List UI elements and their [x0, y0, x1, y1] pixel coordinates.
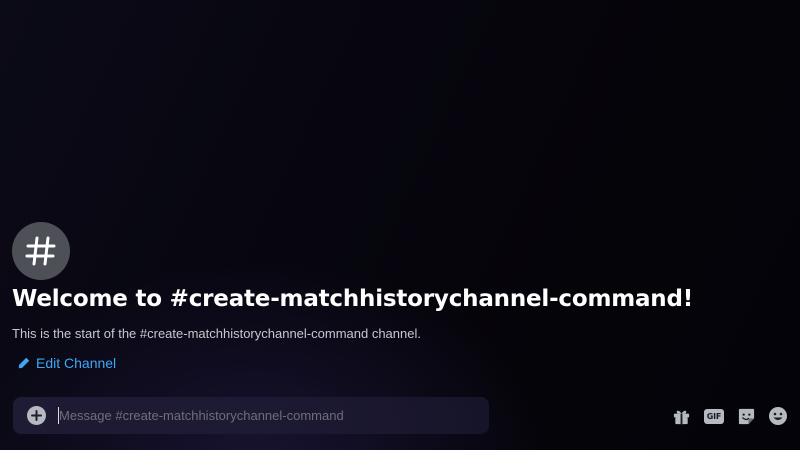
plus-glyph — [31, 410, 42, 421]
welcome-description: This is the start of the #create-matchhi… — [12, 326, 421, 341]
sticker-glyph — [738, 408, 754, 424]
hash-glyph — [25, 236, 56, 266]
gift-icon[interactable] — [670, 405, 692, 427]
emoji-glyph — [769, 407, 787, 425]
emoji-icon[interactable] — [767, 405, 789, 427]
gif-label: GIF — [704, 408, 724, 424]
gif-button[interactable]: GIF — [703, 405, 725, 427]
gift-glyph — [673, 410, 689, 424]
edit-channel-button[interactable]: Edit Channel — [18, 355, 116, 371]
edit-channel-label: Edit Channel — [36, 355, 117, 371]
sticker-icon[interactable] — [735, 405, 757, 427]
welcome-title: Welcome to #create-matchhistorychannel-c… — [12, 286, 694, 312]
hash-icon — [12, 222, 70, 280]
plus-circle-icon[interactable] — [27, 406, 46, 425]
chat-area: Welcome to #create-matchhistorychannel-c… — [0, 0, 800, 450]
pencil-icon — [18, 357, 30, 369]
message-composer — [13, 397, 489, 434]
message-input[interactable] — [59, 397, 479, 434]
